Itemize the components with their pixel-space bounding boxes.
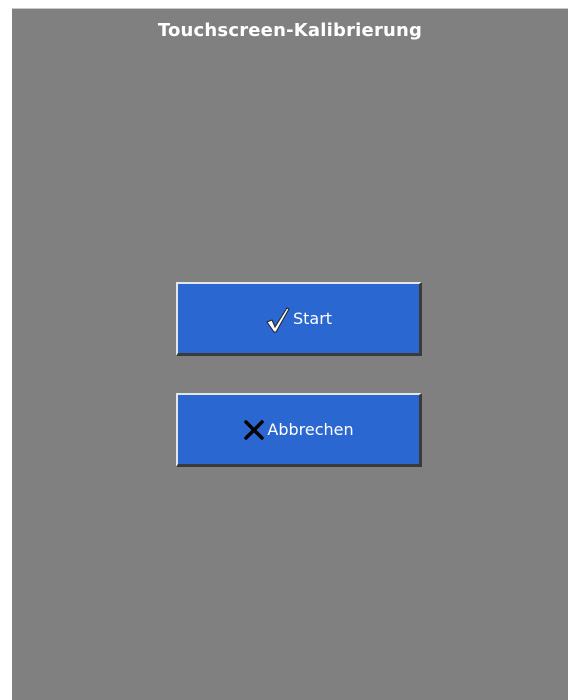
- window-title: Touchscreen-Kalibrierung: [157, 20, 423, 41]
- start-button[interactable]: Start: [176, 282, 422, 356]
- checkmark-icon: [265, 305, 291, 333]
- cross-icon: [243, 419, 265, 441]
- start-button-label: Start: [292, 309, 333, 328]
- cancel-button[interactable]: Abbrechen: [176, 393, 422, 467]
- calibration-window: Touchscreen-Kalibrierung Start Abbrechen: [12, 8, 568, 700]
- cancel-button-label: Abbrechen: [267, 420, 354, 439]
